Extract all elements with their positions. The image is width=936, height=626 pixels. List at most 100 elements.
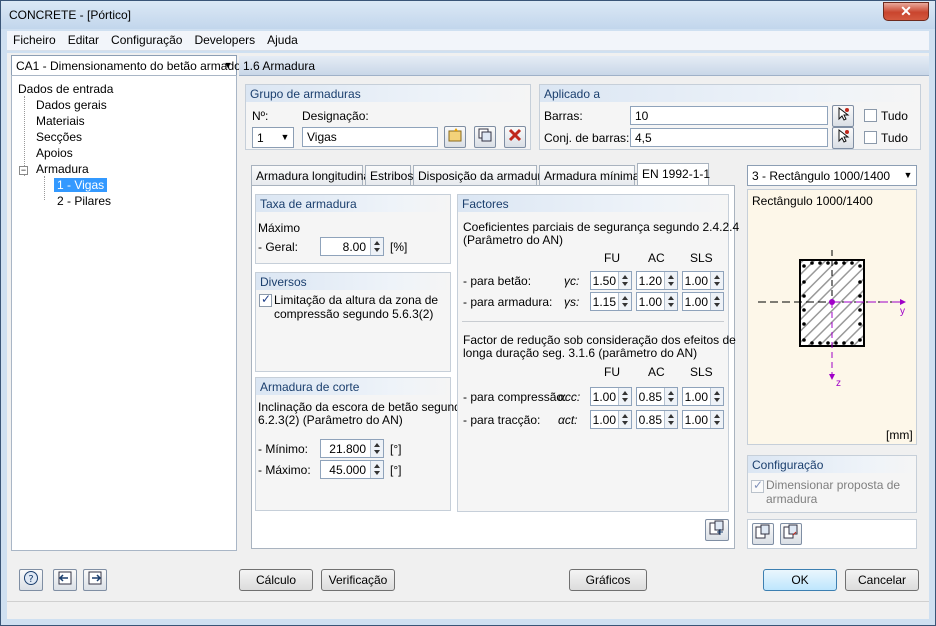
- tab-strip: Armadura longitudinal Estribos Disposiçã…: [251, 163, 731, 186]
- help-icon[interactable]: ?: [19, 569, 43, 591]
- alpha-cc-ac[interactable]: 0.85: [636, 387, 678, 406]
- calculo-button[interactable]: Cálculo: [239, 569, 313, 591]
- tree-item-dados-gerais[interactable]: Dados gerais: [36, 98, 107, 112]
- cancelar-button[interactable]: Cancelar: [845, 569, 919, 591]
- barras-input[interactable]: 10: [630, 106, 828, 125]
- tree-item-pilares[interactable]: 2 - Pilares: [57, 194, 111, 208]
- preview-toolbar: [747, 519, 917, 549]
- geral-spinner[interactable]: [370, 238, 383, 255]
- new-group-icon[interactable]: [444, 126, 466, 148]
- copy-group-icon[interactable]: [474, 126, 496, 148]
- designacao-label: Designação:: [302, 109, 369, 123]
- spinner[interactable]: [618, 388, 631, 405]
- spinner[interactable]: [618, 293, 631, 310]
- menu-ajuda[interactable]: Ajuda: [261, 31, 304, 47]
- spinner[interactable]: [710, 411, 723, 428]
- ok-button[interactable]: OK: [763, 569, 837, 591]
- spinner[interactable]: [618, 272, 631, 289]
- close-button[interactable]: ✕: [883, 2, 929, 21]
- dimensionar-label-2: armadura: [766, 492, 818, 506]
- barras-tudo-label: Tudo: [881, 109, 908, 123]
- gamma-s-sls[interactable]: 1.00: [682, 292, 724, 311]
- collapse-icon[interactable]: −: [19, 166, 28, 175]
- page-header: 1.6 Armadura: [239, 56, 929, 76]
- menu-bar: Ficheiro Editar Configuração Developers Ajud…: [7, 31, 929, 51]
- dimensionar-checkbox[interactable]: [751, 478, 764, 493]
- corte-desc-1: Inclinação da escora de betão segundo: [258, 400, 468, 414]
- spinner[interactable]: [664, 388, 677, 405]
- tab-armadura-minima[interactable]: Armadura mínima: [539, 165, 639, 185]
- tree-item-apoios[interactable]: Apoios: [36, 146, 73, 160]
- alpha-ct-fu[interactable]: 1.00: [590, 410, 632, 429]
- tab-estribos[interactable]: Estribos: [365, 165, 413, 185]
- gamma-c-ac[interactable]: 1.20: [636, 271, 678, 290]
- tab-en-1992[interactable]: EN 1992-1-1: [637, 163, 710, 185]
- delete-group-icon[interactable]: [504, 126, 526, 148]
- gamma-c-fu[interactable]: 1.50: [590, 271, 632, 290]
- conj-input[interactable]: 4,5: [630, 128, 828, 147]
- limitacao-checkbox[interactable]: [259, 292, 272, 307]
- menu-ficheiro[interactable]: Ficheiro: [7, 31, 62, 47]
- gamma-c-symbol: γc:: [564, 274, 580, 288]
- maximo-spinner[interactable]: [370, 461, 383, 478]
- designation-input[interactable]: Vigas: [302, 127, 438, 147]
- menu-editar[interactable]: Editar: [62, 31, 105, 47]
- export-icon[interactable]: [752, 523, 774, 545]
- next-icon[interactable]: [83, 569, 107, 591]
- group-number-select[interactable]: 1 ▼: [252, 127, 294, 148]
- alpha-ct-ac[interactable]: 0.85: [636, 410, 678, 429]
- col-ac: AC: [648, 251, 665, 265]
- barras-tudo-checkbox[interactable]: [864, 109, 877, 122]
- spinner[interactable]: [710, 388, 723, 405]
- import-icon[interactable]: [780, 523, 802, 545]
- conj-value: 4,5: [635, 131, 652, 145]
- col-sls: SLS: [690, 251, 713, 265]
- tab-disposicao[interactable]: Disposição da armadura: [413, 165, 548, 185]
- alpha-cc-fu[interactable]: 1.00: [590, 387, 632, 406]
- alpha-cc-fu-value: 1.00: [592, 390, 616, 404]
- tree-item-materiais[interactable]: Materiais: [36, 114, 85, 128]
- spinner[interactable]: [664, 272, 677, 289]
- col-fu-2: FU: [604, 365, 620, 379]
- alpha-cc-sls[interactable]: 1.00: [682, 387, 724, 406]
- alpha-ct-sls-value: 1.00: [684, 413, 708, 427]
- gamma-s-fu-value: 1.15: [592, 295, 616, 309]
- minimo-spinner[interactable]: [370, 440, 383, 457]
- grupo-panel: Grupo de armaduras Nº: Designação: 1 ▼ Vi…: [245, 84, 531, 150]
- gamma-s-ac[interactable]: 1.00: [636, 292, 678, 311]
- maximo-input[interactable]: 45.000: [320, 460, 384, 479]
- case-select[interactable]: CA1 - Dimensionamento do betão armado ▼: [11, 55, 241, 76]
- select-conj-icon[interactable]: [832, 127, 854, 149]
- defaults-icon[interactable]: [705, 519, 729, 541]
- spinner[interactable]: [710, 272, 723, 289]
- conj-tudo-checkbox[interactable]: [864, 131, 877, 144]
- section-select[interactable]: 3 - Rectângulo 1000/1400 ▼: [747, 165, 917, 186]
- coef-text-1: Coeficientes parciais de segurança segun…: [463, 220, 740, 234]
- menu-developers[interactable]: Developers: [188, 31, 261, 47]
- verificacao-button[interactable]: Verificação: [321, 569, 395, 591]
- graficos-button[interactable]: Gráficos: [569, 569, 647, 591]
- gamma-c-fu-value: 1.50: [592, 274, 616, 288]
- previous-icon[interactable]: [53, 569, 77, 591]
- navigator-tree: Dados de entrada Dados gerais Materiais …: [11, 75, 237, 551]
- gamma-c-sls[interactable]: 1.00: [682, 271, 724, 290]
- spinner[interactable]: [664, 293, 677, 310]
- menu-configuracao[interactable]: Configuração: [105, 31, 188, 47]
- spinner[interactable]: [618, 411, 631, 428]
- section-select-value: 3 - Rectângulo 1000/1400: [752, 169, 891, 183]
- tree-item-armadura[interactable]: Armadura: [36, 162, 89, 176]
- col-fu: FU: [604, 251, 620, 265]
- spinner[interactable]: [710, 293, 723, 310]
- geral-input[interactable]: 8.00: [320, 237, 384, 256]
- gamma-s-fu[interactable]: 1.15: [590, 292, 632, 311]
- tree-root[interactable]: Dados de entrada: [18, 82, 113, 96]
- tab-armadura-longitudinal[interactable]: Armadura longitudinal: [251, 165, 373, 185]
- tree-item-vigas[interactable]: 1 - Vigas: [54, 178, 108, 192]
- alpha-ct-sls[interactable]: 1.00: [682, 410, 724, 429]
- spinner[interactable]: [664, 411, 677, 428]
- page-title: 1.6 Armadura: [243, 59, 316, 73]
- gamma-c-ac-value: 1.20: [638, 274, 662, 288]
- tree-item-seccoes[interactable]: Secções: [36, 130, 82, 144]
- minimo-input[interactable]: 21.800: [320, 439, 384, 458]
- select-barras-icon[interactable]: [832, 105, 854, 127]
